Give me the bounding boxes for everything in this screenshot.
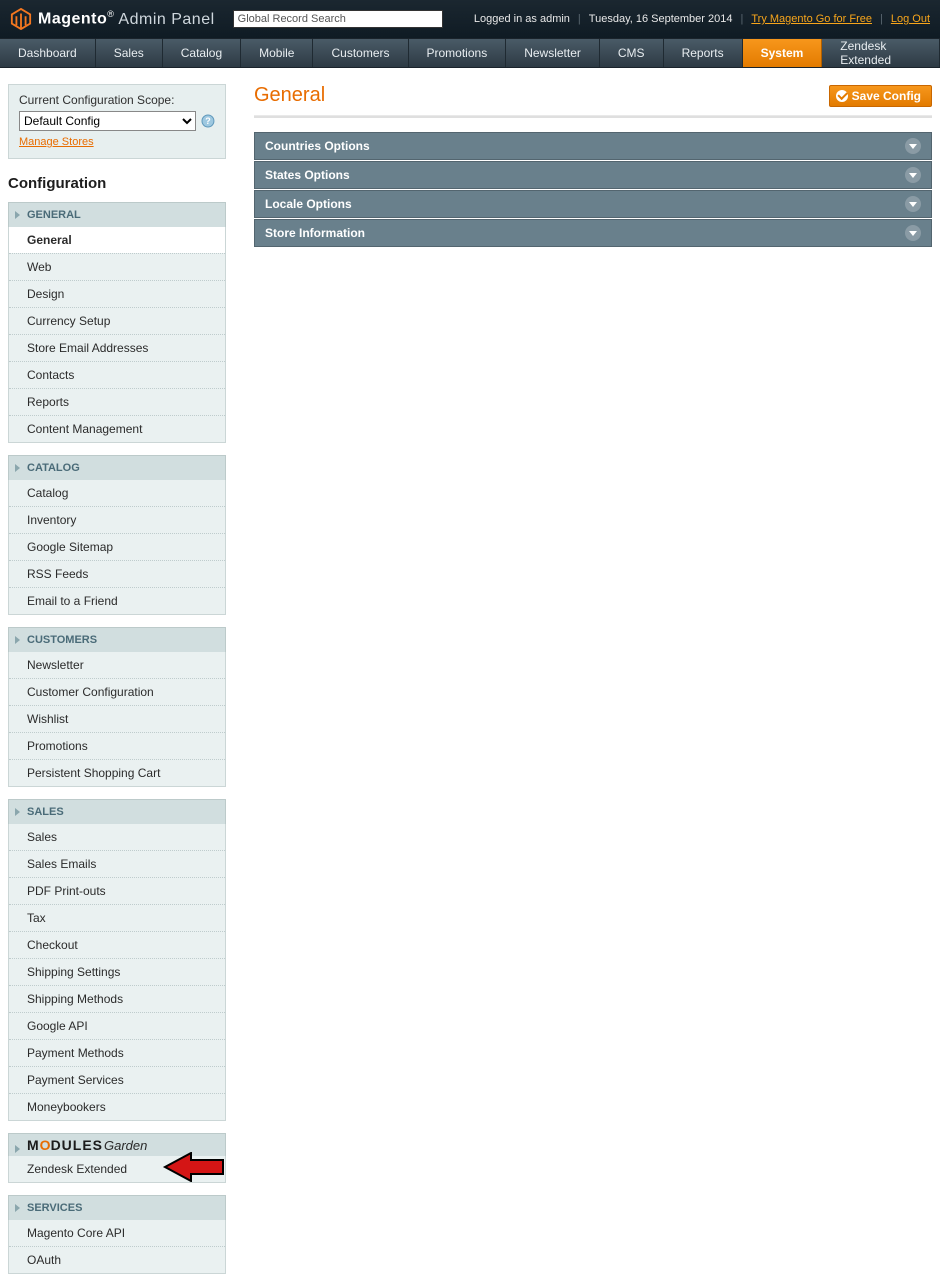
- sidebar-item-sales[interactable]: Sales: [9, 824, 225, 850]
- modulesgarden-logo: MODULESGarden: [27, 1137, 147, 1153]
- sidebar-group-catalog[interactable]: CATALOG: [8, 455, 226, 480]
- nav-item-cms[interactable]: CMS: [600, 39, 664, 67]
- sidebar-item-contacts[interactable]: Contacts: [9, 361, 225, 388]
- sidebar-item-catalog[interactable]: Catalog: [9, 480, 225, 506]
- sidebar-item-oauth[interactable]: OAuth: [9, 1246, 225, 1273]
- sidebar-item-inventory[interactable]: Inventory: [9, 506, 225, 533]
- sidebar-group-services[interactable]: SERVICES: [8, 1195, 226, 1220]
- sidebar-item-web[interactable]: Web: [9, 253, 225, 280]
- sidebar-item-persistent-shopping-cart[interactable]: Persistent Shopping Cart: [9, 759, 225, 786]
- chevron-right-icon: [15, 1204, 20, 1212]
- nav-item-mobile[interactable]: Mobile: [241, 39, 313, 67]
- chevron-down-icon: [905, 225, 921, 241]
- config-panel-states-options[interactable]: States Options: [254, 161, 932, 189]
- nav-item-promotions[interactable]: Promotions: [409, 39, 507, 67]
- chevron-down-icon: [905, 167, 921, 183]
- try-magento-link[interactable]: Try Magento Go for Free: [751, 13, 872, 25]
- sidebar-item-email-to-a-friend[interactable]: Email to a Friend: [9, 587, 225, 614]
- manage-stores-link[interactable]: Manage Stores: [19, 136, 94, 148]
- nav-item-dashboard[interactable]: Dashboard: [0, 39, 96, 67]
- sidebar-item-newsletter[interactable]: Newsletter: [9, 652, 225, 678]
- magento-logo-icon: [10, 8, 32, 30]
- sidebar-item-currency-setup[interactable]: Currency Setup: [9, 307, 225, 334]
- sidebar-item-design[interactable]: Design: [9, 280, 225, 307]
- nav-item-catalog[interactable]: Catalog: [163, 39, 241, 67]
- nav-item-zendesk-extended[interactable]: Zendesk Extended: [822, 39, 940, 67]
- chevron-right-icon: [15, 636, 20, 644]
- sidebar-item-shipping-settings[interactable]: Shipping Settings: [9, 958, 225, 985]
- configuration-heading: Configuration: [8, 175, 226, 192]
- nav-item-newsletter[interactable]: Newsletter: [506, 39, 600, 67]
- admin-header: Magento®Admin Panel Logged in as admin |…: [0, 0, 940, 38]
- save-config-button[interactable]: Save Config: [829, 85, 932, 107]
- header-date: Tuesday, 16 September 2014: [589, 13, 733, 25]
- chevron-down-icon: [905, 196, 921, 212]
- scope-select[interactable]: Default Config: [19, 111, 196, 131]
- logo: Magento®Admin Panel: [10, 8, 215, 30]
- logged-in-text: Logged in as admin: [474, 13, 570, 25]
- sidebar-item-store-email-addresses[interactable]: Store Email Addresses: [9, 334, 225, 361]
- logo-text: Magento®Admin Panel: [38, 9, 215, 28]
- chevron-right-icon: [15, 211, 20, 219]
- sidebar-item-wishlist[interactable]: Wishlist: [9, 705, 225, 732]
- sidebar-item-pdf-print-outs[interactable]: PDF Print-outs: [9, 877, 225, 904]
- nav-item-customers[interactable]: Customers: [313, 39, 408, 67]
- chevron-right-icon: [15, 464, 20, 472]
- sidebar-group-customers[interactable]: CUSTOMERS: [8, 627, 226, 652]
- sidebar-item-content-management[interactable]: Content Management: [9, 415, 225, 442]
- logout-link[interactable]: Log Out: [891, 13, 930, 25]
- sidebar-item-customer-configuration[interactable]: Customer Configuration: [9, 678, 225, 705]
- config-panel-countries-options[interactable]: Countries Options: [254, 132, 932, 160]
- divider: [254, 115, 932, 118]
- svg-text:?: ?: [205, 116, 210, 126]
- chevron-right-icon: [15, 1145, 20, 1153]
- header-right: Logged in as admin | Tuesday, 16 Septemb…: [474, 13, 930, 25]
- sidebar-item-google-api[interactable]: Google API: [9, 1012, 225, 1039]
- sidebar-item-moneybookers[interactable]: Moneybookers: [9, 1093, 225, 1120]
- config-scope-box: Current Configuration Scope: Default Con…: [8, 84, 226, 159]
- nav-item-system[interactable]: System: [743, 39, 823, 67]
- help-icon[interactable]: ?: [201, 114, 215, 128]
- check-icon: [836, 90, 848, 102]
- nav-item-sales[interactable]: Sales: [96, 39, 163, 67]
- main-nav: DashboardSalesCatalogMobileCustomersProm…: [0, 38, 940, 68]
- sidebar-group-sales[interactable]: SALES: [8, 799, 226, 824]
- sidebar-item-general[interactable]: General: [9, 227, 225, 253]
- sidebar-item-magento-core-api[interactable]: Magento Core API: [9, 1220, 225, 1246]
- sidebar-item-checkout[interactable]: Checkout: [9, 931, 225, 958]
- nav-item-reports[interactable]: Reports: [664, 39, 743, 67]
- page-title: General: [254, 84, 325, 107]
- sidebar-item-shipping-methods[interactable]: Shipping Methods: [9, 985, 225, 1012]
- chevron-down-icon: [905, 138, 921, 154]
- global-search-input[interactable]: [233, 10, 443, 28]
- scope-label: Current Configuration Scope:: [19, 93, 215, 107]
- main-content: General Save Config Countries OptionsSta…: [254, 84, 932, 247]
- sidebar-item-rss-feeds[interactable]: RSS Feeds: [9, 560, 225, 587]
- sidebar-item-reports[interactable]: Reports: [9, 388, 225, 415]
- sidebar-item-payment-services[interactable]: Payment Services: [9, 1066, 225, 1093]
- chevron-right-icon: [15, 808, 20, 816]
- config-panel-locale-options[interactable]: Locale Options: [254, 190, 932, 218]
- sidebar-item-promotions[interactable]: Promotions: [9, 732, 225, 759]
- sidebar-item-sales-emails[interactable]: Sales Emails: [9, 850, 225, 877]
- config-panel-store-information[interactable]: Store Information: [254, 219, 932, 247]
- sidebar-item-zendesk-extended[interactable]: Zendesk Extended: [9, 1156, 225, 1182]
- sidebar-item-payment-methods[interactable]: Payment Methods: [9, 1039, 225, 1066]
- sidebar-group-modulesgarden[interactable]: MODULESGarden: [8, 1133, 226, 1156]
- sidebar-item-google-sitemap[interactable]: Google Sitemap: [9, 533, 225, 560]
- annotation-arrow-icon: [161, 1152, 225, 1182]
- sidebar-group-general[interactable]: GENERAL: [8, 202, 226, 227]
- sidebar-item-tax[interactable]: Tax: [9, 904, 225, 931]
- sidebar: Current Configuration Scope: Default Con…: [8, 84, 226, 1274]
